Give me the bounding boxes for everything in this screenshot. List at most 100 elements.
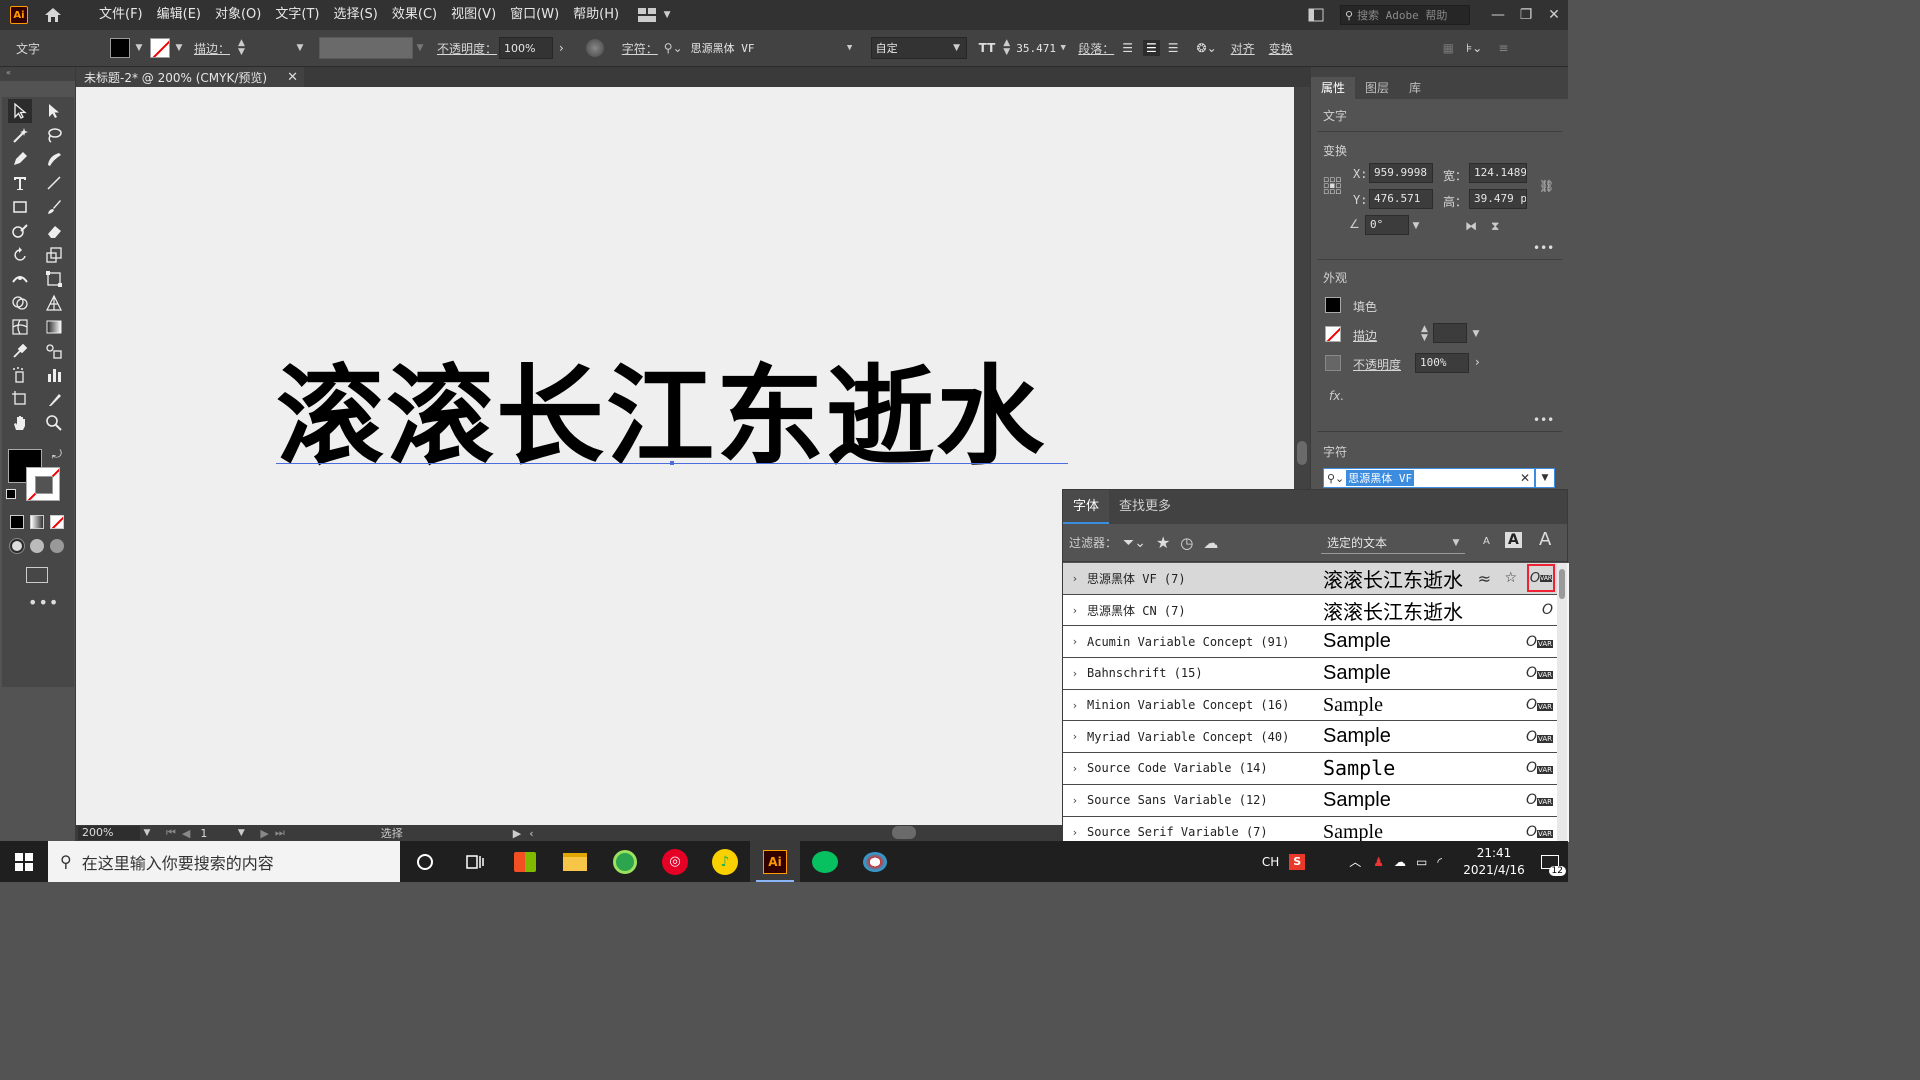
next-page-icon[interactable]: ▶ xyxy=(260,827,268,840)
opacity-field[interactable]: 100% xyxy=(498,37,553,59)
opacity-label[interactable]: 不透明度： xyxy=(437,40,497,57)
tray-expand-icon[interactable]: ︿ xyxy=(1349,853,1361,870)
toolbar-collapse-icon[interactable]: « xyxy=(0,67,75,81)
menu-file[interactable]: 文件(F) xyxy=(92,0,150,30)
large-sample-icon[interactable]: A xyxy=(1539,529,1551,550)
font-style-field[interactable]: 自定 ▼ xyxy=(870,37,967,59)
chevron-down-icon[interactable]: ▼ xyxy=(174,43,184,53)
height-field[interactable]: 39.479 p xyxy=(1469,189,1527,209)
scale-tool-icon[interactable] xyxy=(42,243,66,267)
menu-type[interactable]: 文字(T) xyxy=(268,0,326,30)
chevron-down-icon[interactable]: ▼ xyxy=(1411,221,1421,231)
slice-tool-icon[interactable] xyxy=(42,387,66,411)
status-menu-icon[interactable]: ▶ xyxy=(513,827,521,840)
store-icon[interactable] xyxy=(500,841,550,882)
gradient-mode-icon[interactable] xyxy=(30,515,44,529)
document-tab[interactable]: 未标题-2* @ 200% (CMYK/预览) ✕ xyxy=(76,67,304,87)
expand-chevron-icon[interactable]: › xyxy=(1063,794,1087,807)
expand-chevron-icon[interactable]: › xyxy=(1063,730,1087,743)
qq-music-icon[interactable]: ♪ xyxy=(700,841,750,882)
color-mode-icon[interactable] xyxy=(10,515,24,529)
chevron-down-icon[interactable]: ▼ xyxy=(1471,329,1481,339)
direct-selection-tool-icon[interactable] xyxy=(42,99,66,123)
font-row[interactable]: › Myriad Variable Concept (40) Sample OV… xyxy=(1063,721,1557,754)
prev-page-icon[interactable]: ◀ xyxy=(182,827,190,840)
eraser-tool-icon[interactable] xyxy=(42,219,66,243)
pen-tool-icon[interactable] xyxy=(8,147,32,171)
recolor-wheel-icon[interactable]: ❂⌄ xyxy=(1197,41,1217,55)
font-row[interactable]: › Source Sans Variable (12) Sample OVAR xyxy=(1063,784,1557,817)
draw-normal-icon[interactable] xyxy=(10,539,24,553)
stroke-label[interactable]: 描边 xyxy=(1353,327,1377,344)
curvature-tool-icon[interactable] xyxy=(42,147,66,171)
illustrator-taskbar-icon[interactable]: Ai xyxy=(750,841,800,882)
shape-builder-tool-icon[interactable] xyxy=(8,291,32,315)
x-field[interactable]: 959.9998 xyxy=(1369,163,1433,183)
align-link[interactable]: 对齐 xyxy=(1231,40,1255,57)
y-field[interactable]: 476.571 xyxy=(1369,189,1433,209)
eyedropper-tool-icon[interactable] xyxy=(8,339,32,363)
more-options-icon[interactable]: ••• xyxy=(1533,241,1554,255)
menu-edit[interactable]: 编辑(E) xyxy=(150,0,208,30)
width-tool-icon[interactable] xyxy=(8,267,32,291)
menu-select[interactable]: 选择(S) xyxy=(326,0,384,30)
medium-sample-icon[interactable]: A xyxy=(1505,532,1522,548)
column-graph-tool-icon[interactable] xyxy=(42,363,66,387)
reference-point-icon[interactable]: ▫▫▫ ▫▪▫ ▫▫▫ xyxy=(1323,176,1343,197)
align-left-icon[interactable]: ☰ xyxy=(1122,41,1133,55)
taskbar-search-input[interactable]: ⚲ 在这里输入你要搜索的内容 xyxy=(48,841,400,882)
font-size-field[interactable]: 35.471 ▼ xyxy=(1012,37,1073,59)
help-search-input[interactable]: ⚲ 搜索 Adobe 帮助 xyxy=(1340,5,1470,25)
stepper-icon[interactable]: ▲ ▼ xyxy=(1421,325,1428,343)
stepper-icon[interactable]: ▲ ▼ xyxy=(1003,39,1010,57)
filter-icon[interactable]: ⏷⌄ xyxy=(1123,535,1146,551)
stroke-swatch[interactable] xyxy=(150,38,170,58)
tab-find-more[interactable]: 查找更多 xyxy=(1109,490,1181,524)
chevron-down-icon[interactable]: ▼ xyxy=(134,43,144,53)
font-family-field[interactable]: 思源黑体 VF ▼ xyxy=(686,37,859,59)
hand-tool-icon[interactable] xyxy=(8,411,32,435)
font-row[interactable]: › Minion Variable Concept (16) Sample OV… xyxy=(1063,689,1557,722)
blend-tool-icon[interactable] xyxy=(42,339,66,363)
clock[interactable]: 21:41 2021/4/16 xyxy=(1456,845,1532,879)
paragraph-label[interactable]: 段落： xyxy=(1078,40,1114,57)
chevron-right-icon[interactable]: › xyxy=(1475,355,1480,369)
tray-app-icon[interactable]: ♟ xyxy=(1373,855,1384,869)
stroke-swatch[interactable] xyxy=(1325,326,1341,342)
stroke-color-swatch[interactable] xyxy=(26,467,60,501)
notification-center-icon[interactable]: 12 xyxy=(1532,841,1568,882)
fill-swatch[interactable] xyxy=(110,38,130,58)
rotate-field[interactable]: 0° xyxy=(1365,215,1409,235)
expand-chevron-icon[interactable]: › xyxy=(1063,699,1087,712)
swap-colors-icon[interactable]: ⤾ xyxy=(52,447,62,462)
align-right-icon[interactable]: ☰ xyxy=(1168,41,1179,55)
variable-width-field[interactable] xyxy=(318,37,413,59)
stroke-label[interactable]: 描边： xyxy=(194,40,230,57)
menu-object[interactable]: 对象(O) xyxy=(208,0,268,30)
expand-chevron-icon[interactable]: › xyxy=(1063,635,1087,648)
favorites-star-icon[interactable]: ★ xyxy=(1156,533,1170,552)
zoom-tool-icon[interactable] xyxy=(42,411,66,435)
zoom-level-field[interactable]: 200% xyxy=(78,826,140,840)
menu-effect[interactable]: 效果(C) xyxy=(385,0,444,30)
cortana-icon[interactable] xyxy=(400,841,450,882)
font-row[interactable]: › Acumin Variable Concept (91) Sample OV… xyxy=(1063,626,1557,659)
font-list-scrollbar[interactable] xyxy=(1557,563,1567,842)
transform-link[interactable]: 变换 xyxy=(1269,40,1293,57)
close-icon[interactable]: ✕ xyxy=(287,70,298,85)
small-sample-icon[interactable]: A xyxy=(1483,536,1490,547)
input-language[interactable]: CH xyxy=(1262,855,1279,869)
draw-inside-icon[interactable] xyxy=(50,539,64,553)
home-icon[interactable] xyxy=(42,4,64,26)
fx-label[interactable]: fx. xyxy=(1329,389,1344,403)
tab-fonts[interactable]: 字体 xyxy=(1063,490,1110,524)
selection-tool-icon[interactable] xyxy=(8,99,32,123)
wifi-icon[interactable]: ◜ xyxy=(1437,855,1442,869)
activated-cloud-icon[interactable]: ☁ xyxy=(1203,534,1218,552)
opacity-label[interactable]: 不透明度 xyxy=(1353,356,1401,373)
panel-menu-icon[interactable]: ≡ xyxy=(1498,41,1508,55)
character-label[interactable]: 字符： xyxy=(622,40,658,57)
isolate-icon[interactable]: ▦ xyxy=(1443,41,1454,55)
battery-icon[interactable]: ▭ xyxy=(1416,855,1427,869)
opacity-field[interactable]: 100% xyxy=(1415,353,1469,373)
